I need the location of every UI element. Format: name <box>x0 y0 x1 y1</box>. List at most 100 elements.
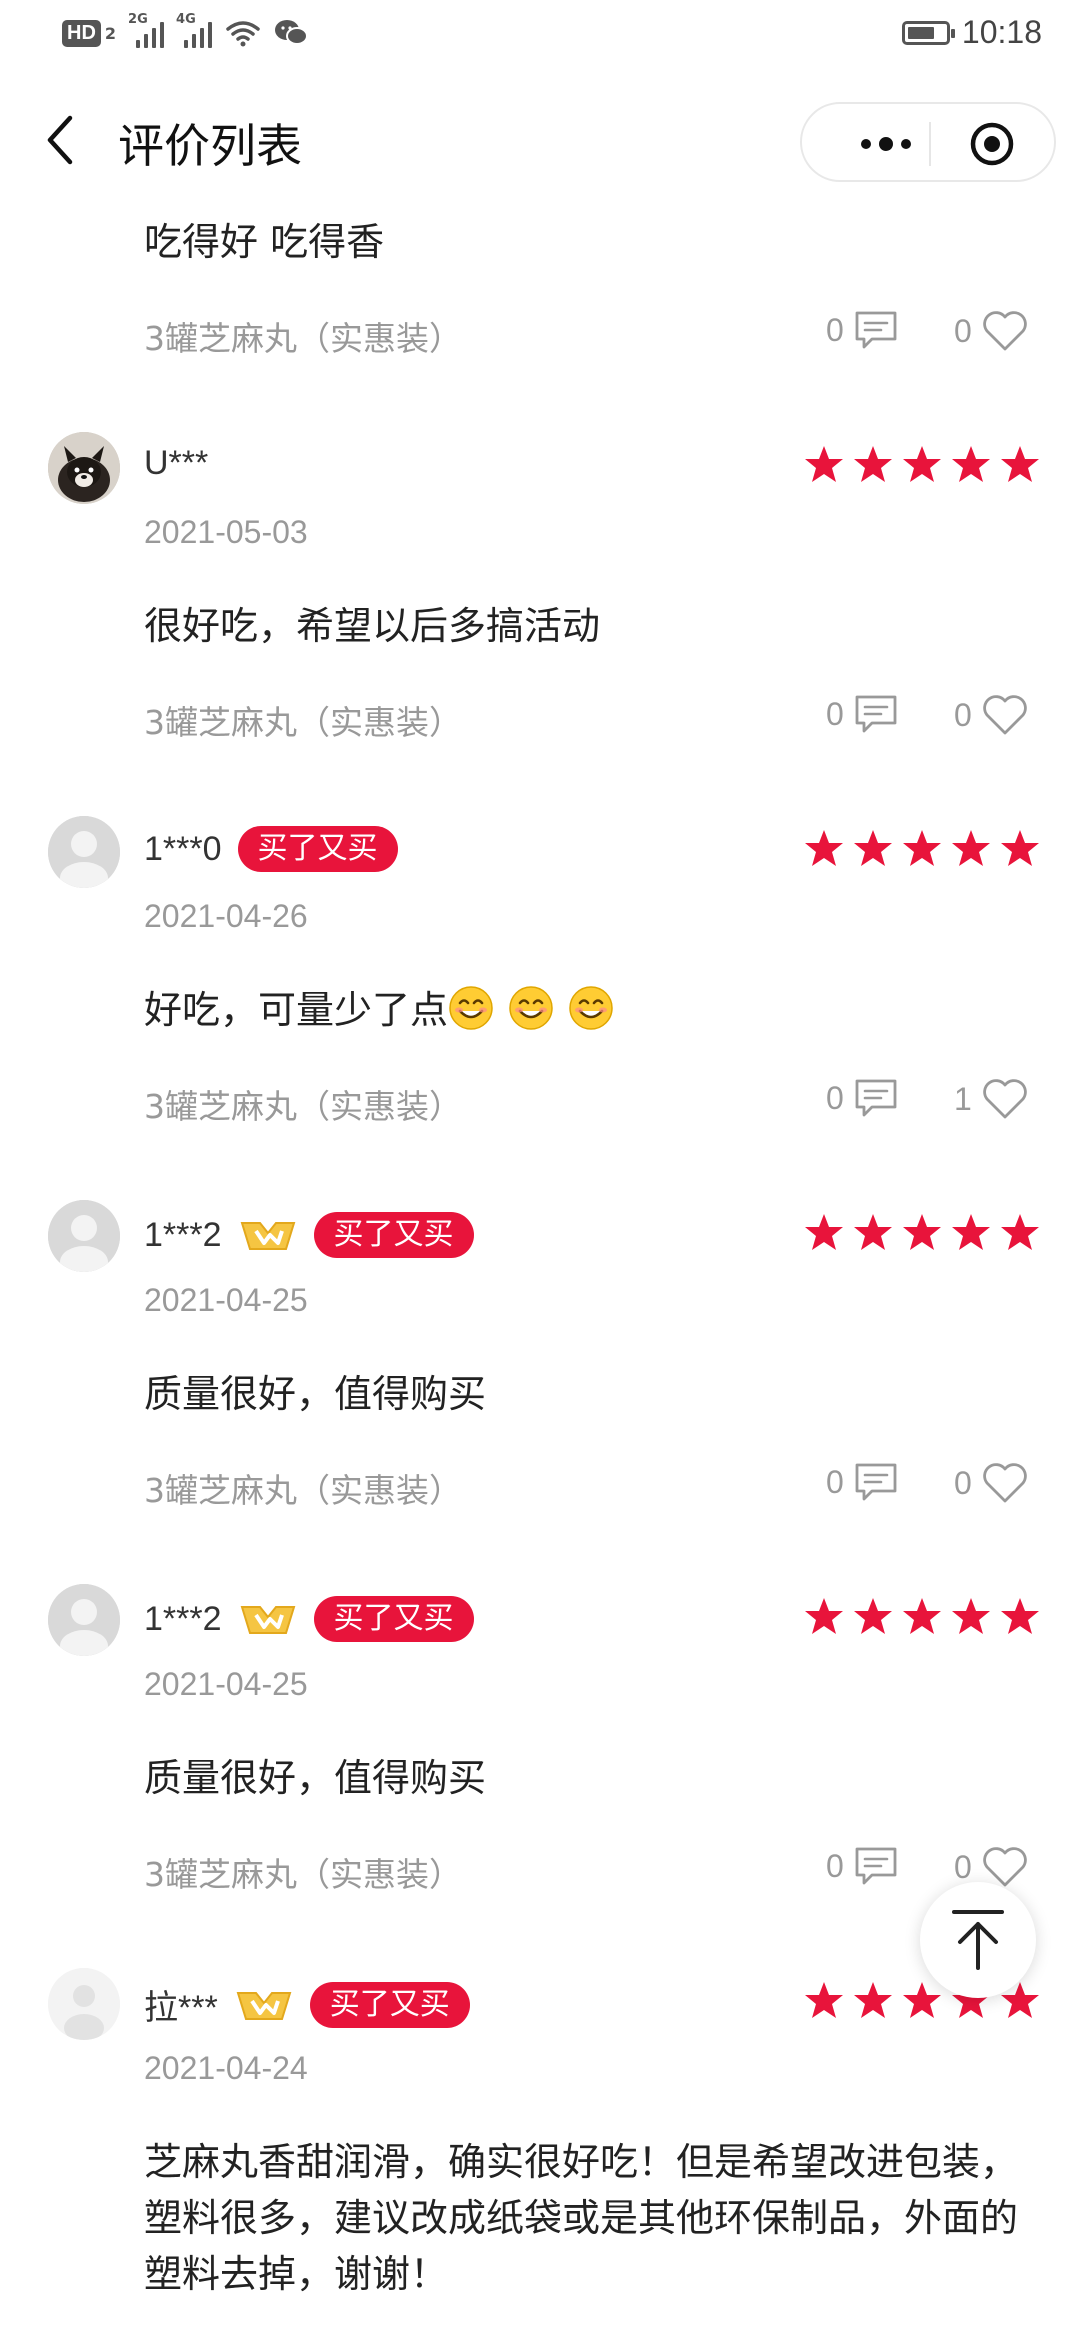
dog-photo-avatar <box>48 432 120 504</box>
like-count: 0 <box>954 1848 972 1885</box>
comment-button[interactable]: 0 <box>826 1078 898 1118</box>
review-product: 3罐芝麻丸（实惠装） <box>144 1087 462 1126</box>
review-product: 3罐芝麻丸（实惠装） <box>144 319 462 358</box>
comment-count: 0 <box>826 1463 844 1500</box>
star-icon <box>952 1598 990 1634</box>
review-date: 2021-04-26 <box>144 898 308 934</box>
rebuy-badge: 买了又买 <box>313 1596 474 1642</box>
star-icon <box>952 446 990 482</box>
review-content: 质量很好，值得购买 <box>144 1372 487 1416</box>
comment-button[interactable]: 0 <box>826 694 898 734</box>
star-icon <box>854 1598 892 1634</box>
star-icon <box>1001 446 1039 482</box>
star-icon <box>903 1598 941 1634</box>
like-button[interactable]: 0 <box>954 1462 1028 1504</box>
smile-emoji-icon <box>509 986 553 1030</box>
comment-count: 0 <box>826 1079 844 1116</box>
star-icon <box>903 1214 941 1250</box>
smile-emoji-icon <box>449 986 493 1030</box>
review-username: 1***0 <box>144 829 222 868</box>
star-icon <box>805 1598 843 1634</box>
rating-stars <box>804 1596 1040 1636</box>
star-icon <box>805 446 843 482</box>
review-username: U*** <box>144 444 209 482</box>
target-icon[interactable] <box>968 120 1016 168</box>
like-button[interactable]: 0 <box>954 310 1028 352</box>
heart-icon <box>983 311 1027 351</box>
review-username: 拉*** <box>144 1989 218 2027</box>
like-button[interactable]: 1 <box>954 1078 1028 1120</box>
star-icon <box>854 446 892 482</box>
star-icon <box>854 1214 892 1250</box>
comment-icon <box>855 1079 897 1117</box>
more-dots-icon[interactable] <box>836 128 936 160</box>
comment-icon <box>855 695 897 733</box>
comment-button[interactable]: 0 <box>826 1846 898 1886</box>
star-icon <box>903 446 941 482</box>
comment-count: 0 <box>826 1847 844 1884</box>
like-button[interactable]: 0 <box>954 1846 1028 1888</box>
vip-crown-icon <box>240 1606 295 1634</box>
star-icon <box>1001 1214 1039 1250</box>
review-content: 好吃，可量少了点 <box>144 982 1044 1038</box>
capsule-divider <box>929 122 931 166</box>
rating-stars <box>804 828 1040 868</box>
comment-button[interactable]: 0 <box>826 1462 898 1502</box>
review-date: 2021-05-03 <box>144 514 308 550</box>
comment-icon <box>855 1463 897 1501</box>
like-button[interactable]: 0 <box>954 694 1028 736</box>
battery-icon <box>901 20 955 45</box>
review-content: 质量很好，值得购买 <box>144 1756 487 1800</box>
review-content: 很好吃，希望以后多搞活动 <box>144 604 601 648</box>
default-avatar <box>48 1200 120 1272</box>
wechat-icon <box>275 20 309 45</box>
comment-button[interactable]: 0 <box>826 310 898 350</box>
comment-icon <box>855 311 897 349</box>
signal-2g-icon: 2G <box>128 12 165 48</box>
heart-icon <box>983 695 1027 735</box>
rebuy-badge: 买了又买 <box>237 826 398 872</box>
hd-sub-label: 2 <box>104 23 117 43</box>
review-product: 3罐芝麻丸（实惠装） <box>144 1471 462 1510</box>
review-date: 2021-04-24 <box>144 2050 308 2086</box>
star-icon <box>854 830 892 866</box>
heart-icon <box>983 1847 1027 1887</box>
star-icon <box>805 1214 843 1250</box>
page-title: 评价列表 <box>118 119 302 173</box>
star-icon <box>805 830 843 866</box>
rating-stars <box>804 444 1040 484</box>
like-count: 0 <box>954 312 972 349</box>
comment-count: 0 <box>826 311 844 348</box>
star-icon <box>903 1982 941 2018</box>
review-content-text: 好吃，可量少了点 <box>144 988 449 1032</box>
signal-4g-label: 4G <box>176 12 196 27</box>
review-content: 吃得好 吃得香 <box>144 220 385 264</box>
default-avatar <box>48 816 120 888</box>
hd-icon: HD <box>62 19 101 47</box>
chevron-left-icon[interactable] <box>40 112 84 168</box>
default-avatar <box>48 1968 120 2040</box>
star-icon <box>805 1982 843 2018</box>
comment-count: 0 <box>826 695 844 732</box>
review-content: 芝麻丸香甜润滑，确实很好吃！但是希望改进包装，塑料很多，建议改成纸袋或是其他环保… <box>144 2140 1019 2296</box>
review-username: 1***2 <box>144 1599 222 1638</box>
star-icon <box>1001 1598 1039 1634</box>
star-icon <box>854 1982 892 2018</box>
clock-time: 10:18 <box>961 14 1042 50</box>
like-count: 0 <box>954 696 972 733</box>
wifi-icon <box>226 21 260 47</box>
review-username: 1***2 <box>144 1215 222 1254</box>
signal-4g-icon: 4G <box>176 12 213 48</box>
vip-crown-icon <box>240 1222 295 1250</box>
review-date: 2021-04-25 <box>144 1282 308 1318</box>
rebuy-badge: 买了又买 <box>309 1981 470 2028</box>
star-icon <box>903 830 941 866</box>
smile-emoji-icon <box>569 986 613 1030</box>
heart-icon <box>983 1079 1027 1119</box>
rating-stars <box>804 1212 1040 1252</box>
default-avatar <box>48 1584 120 1656</box>
vip-crown-icon <box>236 1991 292 2020</box>
back-to-top-button[interactable] <box>920 1882 1036 1998</box>
miniprogram-capsule <box>800 102 1056 182</box>
status-bar: HD 2 2G 4G 10:18 <box>0 0 1080 72</box>
